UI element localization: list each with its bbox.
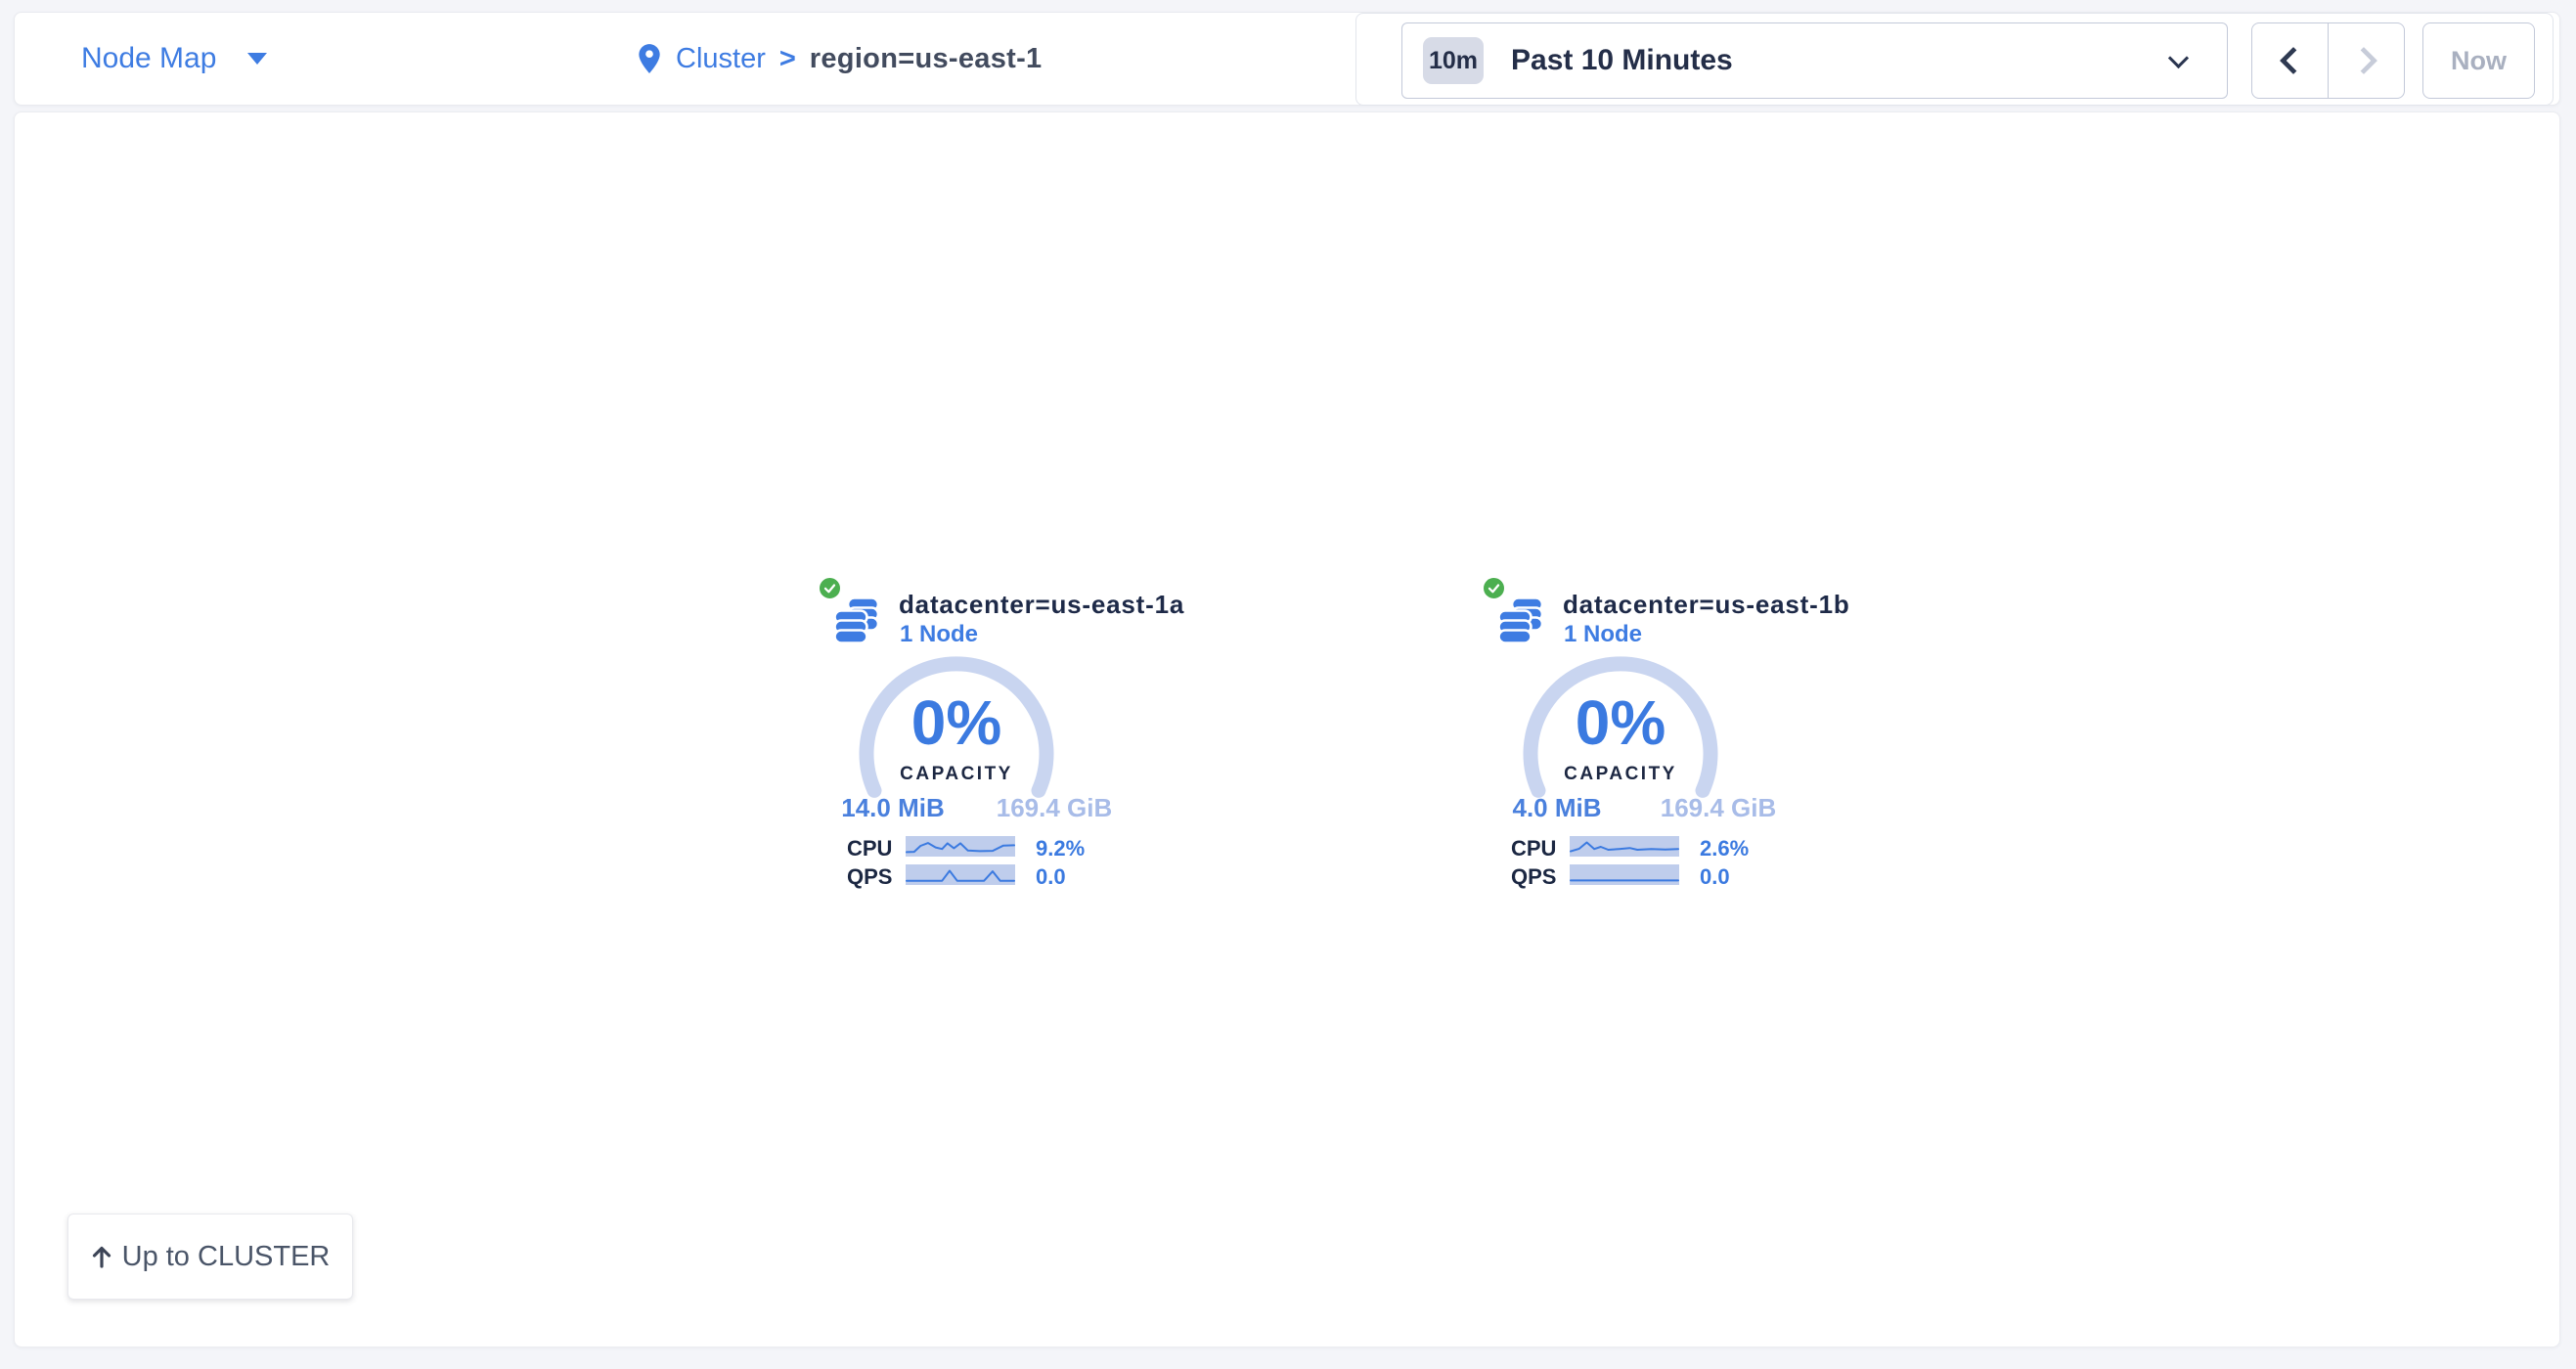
- locality-card-us-east-1b[interactable]: datacenter=us-east-1b 1 Node 0% CAPACITY…: [1485, 576, 1809, 905]
- time-step-back-button[interactable]: [2252, 23, 2328, 98]
- capacity-total: 169.4 GiB: [1641, 793, 1796, 823]
- up-to-cluster-label: Up to CLUSTER: [122, 1241, 331, 1273]
- qps-sparkline: [906, 864, 1015, 885]
- time-step-group: [2251, 22, 2405, 99]
- view-selector-label: Node Map: [81, 42, 216, 75]
- cpu-value: 9.2%: [1036, 838, 1133, 860]
- cpu-label: CPU: [847, 838, 902, 860]
- breadcrumb-separator: >: [779, 43, 796, 75]
- chevron-right-icon: [2349, 47, 2376, 74]
- locality-title: datacenter=us-east-1a: [899, 590, 1184, 620]
- qps-label: QPS: [847, 866, 902, 888]
- qps-value: 0.0: [1700, 866, 1798, 888]
- top-bar: Node Map Cluster > region=us-east-1 10m …: [14, 12, 2560, 106]
- qps-value: 0.0: [1036, 866, 1133, 888]
- arrow-up-icon: [91, 1244, 112, 1269]
- capacity-total: 169.4 GiB: [977, 793, 1132, 823]
- locality-card-us-east-1a[interactable]: datacenter=us-east-1a 1 Node 0% CAPACITY…: [821, 576, 1145, 905]
- capacity-caption: CAPACITY: [1523, 764, 1718, 785]
- capacity-used: 14.0 MiB: [821, 793, 965, 823]
- time-range-label: Past 10 Minutes: [1511, 44, 1733, 77]
- time-window-panel: 10m Past 10 Minutes Now: [1355, 13, 2554, 106]
- location-pin-icon: [637, 43, 662, 74]
- breadcrumb-current: region=us-east-1: [810, 43, 1043, 75]
- cpu-sparkline: [906, 836, 1015, 857]
- time-range-badge: 10m: [1423, 37, 1484, 84]
- time-range-dropdown[interactable]: 10m Past 10 Minutes: [1401, 22, 2228, 99]
- locality-title: datacenter=us-east-1b: [1563, 590, 1850, 620]
- breadcrumb: Cluster > region=us-east-1: [637, 13, 1042, 105]
- database-stack-icon: [833, 596, 880, 645]
- node-map-canvas: datacenter=us-east-1a 1 Node 0% CAPACITY…: [14, 111, 2560, 1347]
- capacity-used: 4.0 MiB: [1485, 793, 1629, 823]
- capacity-caption: CAPACITY: [859, 764, 1054, 785]
- chevron-left-icon: [2279, 47, 2306, 74]
- node-map-page: Node Map Cluster > region=us-east-1 10m …: [0, 0, 2576, 1369]
- cpu-value: 2.6%: [1700, 838, 1798, 860]
- chevron-down-icon: [2168, 48, 2189, 68]
- qps-label: QPS: [1511, 866, 1566, 888]
- breadcrumb-cluster-link[interactable]: Cluster: [676, 43, 766, 75]
- capacity-percent: 0%: [1523, 690, 1718, 755]
- time-step-forward-button[interactable]: [2328, 23, 2404, 98]
- cpu-label: CPU: [1511, 838, 1566, 860]
- view-selector-dropdown[interactable]: Node Map: [81, 13, 267, 105]
- qps-sparkline: [1570, 864, 1679, 885]
- now-button[interactable]: Now: [2422, 22, 2535, 99]
- locality-nodes-link[interactable]: 1 Node: [900, 621, 978, 648]
- up-to-cluster-button[interactable]: Up to CLUSTER: [67, 1214, 353, 1300]
- database-stack-icon: [1497, 596, 1544, 645]
- capacity-percent: 0%: [859, 690, 1054, 755]
- cpu-sparkline: [1570, 836, 1679, 857]
- locality-nodes-link[interactable]: 1 Node: [1564, 621, 1642, 648]
- caret-down-icon: [247, 53, 267, 65]
